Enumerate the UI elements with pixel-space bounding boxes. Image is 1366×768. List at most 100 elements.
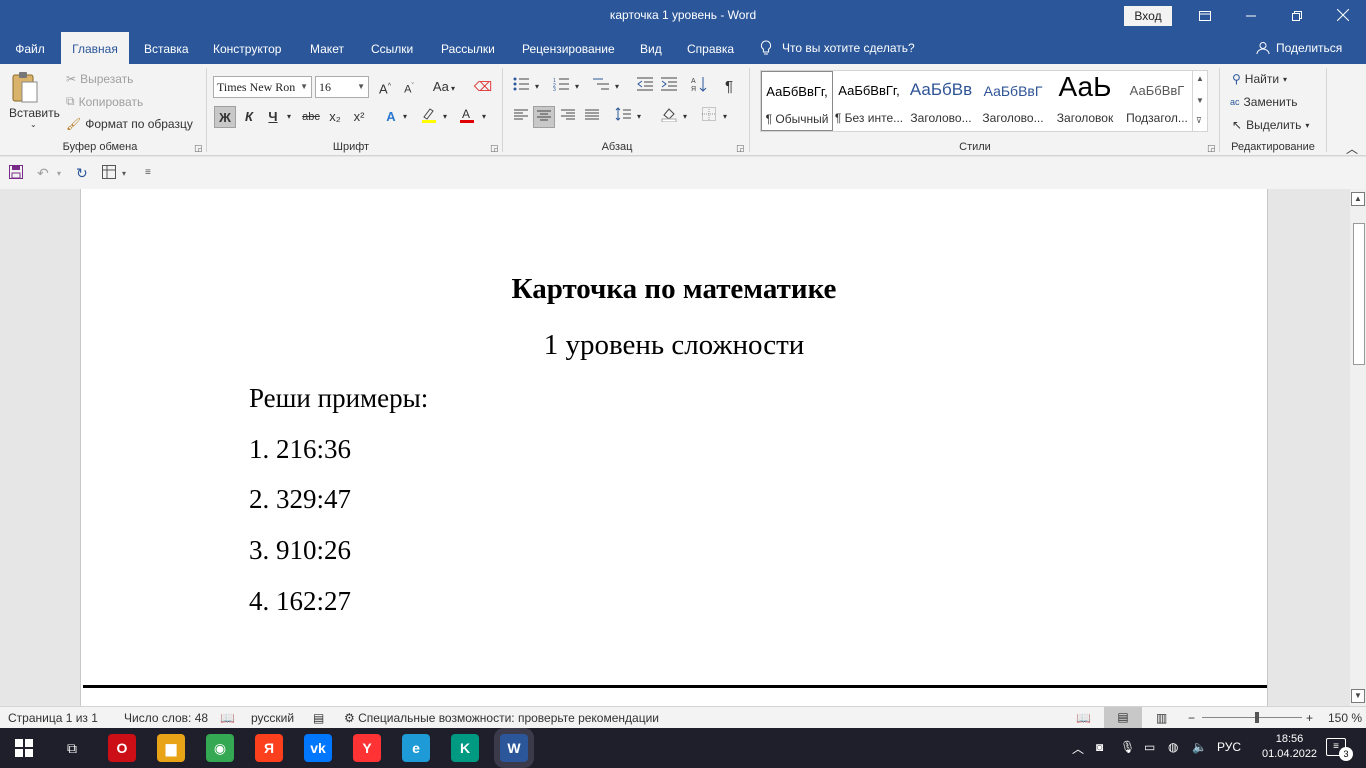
increase-indent-icon[interactable] xyxy=(658,76,680,98)
paste-dropdown-icon[interactable]: ⌄ xyxy=(30,120,37,129)
volume-icon[interactable]: 🔈 xyxy=(1192,740,1207,754)
print-layout-icon[interactable]: ▤ xyxy=(1104,707,1142,728)
save-icon[interactable] xyxy=(9,165,23,182)
input-language[interactable]: РУС xyxy=(1217,740,1241,754)
bullets-dropdown-icon[interactable]: ▾ xyxy=(530,76,544,98)
taskbar-explorer-icon[interactable]: ▆ xyxy=(157,734,185,762)
style-title[interactable]: АаЬ Заголовок xyxy=(1049,71,1121,131)
sort-icon[interactable]: AЯ xyxy=(688,76,710,98)
highlight-icon[interactable] xyxy=(418,106,440,128)
bullets-icon[interactable] xyxy=(510,76,532,98)
numbering-icon[interactable]: 123 xyxy=(550,76,572,98)
style-heading-1[interactable]: АаБбВв Заголово... xyxy=(905,71,977,131)
taskbar-vk-icon[interactable]: vk xyxy=(304,734,332,762)
justify-icon[interactable] xyxy=(581,106,603,128)
maximize-icon[interactable] xyxy=(1274,0,1320,32)
read-mode-icon[interactable]: 📖 xyxy=(1076,711,1091,725)
numbering-dropdown-icon[interactable]: ▾ xyxy=(570,76,584,98)
language[interactable]: русский xyxy=(251,711,294,725)
ribbon-display-icon[interactable] xyxy=(1182,0,1228,32)
scroll-thumb[interactable] xyxy=(1353,223,1365,365)
proofing-icon[interactable]: 📖 xyxy=(220,711,235,725)
taskbar-opera-icon[interactable]: O xyxy=(108,734,136,762)
paste-icon[interactable] xyxy=(10,70,40,104)
align-center-icon[interactable] xyxy=(533,106,555,128)
styles-scroll[interactable]: ▲ ▼ ⊽ xyxy=(1192,70,1208,132)
cut-button[interactable]: ✂ Вырезать xyxy=(66,72,133,86)
font-size-combo[interactable]: 16 ▼ xyxy=(315,76,369,98)
redo-icon[interactable]: ↻ xyxy=(76,165,88,182)
collapse-ribbon-icon[interactable]: ︿ xyxy=(1346,140,1358,157)
table-dropdown-icon[interactable]: ▾ xyxy=(122,169,126,178)
tray-chevron-icon[interactable]: ︿ xyxy=(1072,740,1084,757)
subscript-button[interactable]: x₂ xyxy=(324,106,346,128)
select-button[interactable]: ↖ Выделить ▾ xyxy=(1232,118,1309,132)
style-heading-2[interactable]: АаБбВвГ Заголово... xyxy=(977,71,1049,131)
zoom-in-button[interactable]: + xyxy=(1306,711,1313,725)
tab-mailings[interactable]: Рассылки xyxy=(441,32,495,64)
replace-button[interactable]: ac Заменить xyxy=(1230,95,1297,109)
borders-icon[interactable] xyxy=(698,106,720,128)
align-left-icon[interactable] xyxy=(510,106,532,128)
windows-start-icon[interactable] xyxy=(10,734,38,762)
multilevel-list-icon[interactable] xyxy=(590,76,612,98)
format-painter-button[interactable]: 🖌 Формат по образцу xyxy=(66,117,193,131)
line-spacing-dropdown-icon[interactable]: ▾ xyxy=(632,106,646,128)
more-styles-icon[interactable]: ⊽ xyxy=(1196,116,1202,125)
multilevel-dropdown-icon[interactable]: ▾ xyxy=(610,76,624,98)
taskbar-word-icon[interactable]: W xyxy=(500,734,528,762)
signin-button[interactable]: Вход xyxy=(1124,6,1172,26)
tell-me-search[interactable]: Что вы хотите сделать? xyxy=(760,32,915,64)
camera-icon[interactable]: ◙ xyxy=(1096,740,1103,754)
battery-icon[interactable]: ▭ xyxy=(1144,740,1155,754)
tab-review[interactable]: Рецензирование xyxy=(522,32,615,64)
share-button[interactable]: Поделиться xyxy=(1256,32,1342,64)
undo-icon[interactable]: ↶ xyxy=(37,165,49,182)
tab-layout[interactable]: Макет xyxy=(310,32,344,64)
underline-dropdown-icon[interactable]: ▾ xyxy=(282,106,296,128)
bold-button[interactable]: Ж xyxy=(214,106,236,128)
font-color-icon[interactable]: A xyxy=(456,106,478,128)
taskbar-yandex-browser-icon[interactable]: Y xyxy=(353,734,381,762)
style-normal[interactable]: АаБбВвГг, ¶ Обычный xyxy=(761,71,833,131)
shading-dropdown-icon[interactable]: ▾ xyxy=(678,106,692,128)
styles-launcher-icon[interactable]: ◲ xyxy=(1207,143,1216,154)
font-color-dropdown-icon[interactable]: ▾ xyxy=(477,106,491,128)
align-right-icon[interactable] xyxy=(557,106,579,128)
notifications-icon[interactable]: ≡ 3 xyxy=(1326,738,1353,761)
scroll-down-icon[interactable]: ▼ xyxy=(1351,689,1365,703)
macro-icon[interactable]: ▤ xyxy=(313,711,324,725)
zoom-slider[interactable] xyxy=(1202,717,1302,718)
tab-references[interactable]: Ссылки xyxy=(371,32,413,64)
tab-view[interactable]: Вид xyxy=(640,32,662,64)
change-case-button[interactable]: Aa ▾ xyxy=(428,76,460,98)
clear-formatting-icon[interactable]: ⌫ xyxy=(472,76,494,98)
style-no-spacing[interactable]: АаБбВвГг, ¶ Без инте... xyxy=(833,71,905,131)
web-layout-icon[interactable]: ▥ xyxy=(1156,711,1167,725)
italic-button[interactable]: К xyxy=(238,106,260,128)
font-name-combo[interactable]: Times New Ron ▼ xyxy=(213,76,312,98)
page-count[interactable]: Страница 1 из 1 xyxy=(8,711,98,725)
chevron-up-icon[interactable]: ▲ xyxy=(1196,74,1204,83)
taskbar-yandex-icon[interactable]: Я xyxy=(255,734,283,762)
strikethrough-button[interactable]: abc xyxy=(300,106,322,128)
tab-insert[interactable]: Вставка xyxy=(144,32,189,64)
find-button[interactable]: ⚲ Найти ▾ xyxy=(1232,72,1287,86)
clock[interactable]: 18:56 01.04.2022 xyxy=(1262,732,1317,762)
accessibility-status[interactable]: ⚙ Специальные возможности: проверьте рек… xyxy=(344,711,659,725)
zoom-slider-thumb[interactable] xyxy=(1255,712,1259,723)
taskbar-edge-icon[interactable]: e xyxy=(402,734,430,762)
scroll-up-icon[interactable]: ▲ xyxy=(1351,192,1365,206)
copy-button[interactable]: ⧉ Копировать xyxy=(66,94,143,109)
vertical-scrollbar[interactable]: ▲ ▼ xyxy=(1350,189,1366,706)
tab-help[interactable]: Справка xyxy=(687,32,734,64)
zoom-level[interactable]: 150 % xyxy=(1328,711,1362,725)
show-formatting-button[interactable]: ¶ xyxy=(718,76,740,98)
grow-font-button[interactable]: A^ xyxy=(374,76,396,98)
page[interactable]: Карточка по математике 1 уровень сложнос… xyxy=(80,189,1268,706)
task-view-icon[interactable]: ⧉ xyxy=(58,734,86,762)
zoom-out-button[interactable]: − xyxy=(1188,711,1195,725)
style-subtitle[interactable]: АаБбВвГ Подзагол... xyxy=(1121,71,1193,131)
shading-icon[interactable] xyxy=(658,106,680,128)
clipboard-launcher-icon[interactable]: ◲ xyxy=(194,143,203,154)
